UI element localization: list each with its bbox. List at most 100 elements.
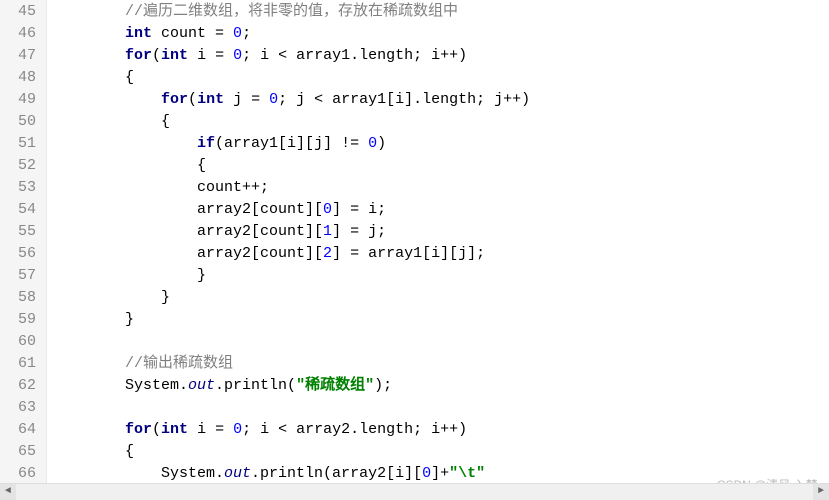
code-token: } bbox=[53, 267, 206, 284]
code-token: 0 bbox=[368, 135, 377, 152]
code-token: i = bbox=[188, 47, 233, 64]
line-number: 54 bbox=[6, 199, 36, 221]
code-token bbox=[53, 421, 125, 438]
code-line[interactable]: } bbox=[53, 265, 829, 287]
code-editor: 4546474849505152535455565758596061626364… bbox=[0, 0, 829, 500]
code-token bbox=[53, 3, 125, 20]
code-token: ( bbox=[152, 421, 161, 438]
line-number: 45 bbox=[6, 1, 36, 23]
code-token: int bbox=[125, 25, 152, 42]
code-token: array2[count][ bbox=[53, 223, 323, 240]
code-line[interactable]: } bbox=[53, 309, 829, 331]
line-number: 63 bbox=[6, 397, 36, 419]
code-token: count++; bbox=[53, 179, 269, 196]
line-number: 58 bbox=[6, 287, 36, 309]
code-token: ; j < array1[i]. bbox=[278, 91, 422, 108]
code-line[interactable]: for(int i = 0; i < array1.length; i++) bbox=[53, 45, 829, 67]
code-token: int bbox=[161, 421, 188, 438]
code-token bbox=[53, 355, 125, 372]
code-line[interactable] bbox=[53, 331, 829, 353]
code-line[interactable]: { bbox=[53, 155, 829, 177]
code-token: 0 bbox=[422, 465, 431, 482]
code-token: ; i < array1. bbox=[242, 47, 359, 64]
code-token bbox=[53, 25, 125, 42]
code-token: j = bbox=[224, 91, 269, 108]
code-token: out bbox=[188, 377, 215, 394]
code-line[interactable]: array2[count][1] = j; bbox=[53, 221, 829, 243]
line-number: 53 bbox=[6, 177, 36, 199]
code-line[interactable]: System.out.println("稀疏数组"); bbox=[53, 375, 829, 397]
code-token: //输出稀疏数组 bbox=[125, 355, 233, 372]
code-token: .println( bbox=[215, 377, 296, 394]
code-token: count = bbox=[152, 25, 233, 42]
code-token: { bbox=[53, 69, 134, 86]
code-line[interactable]: array2[count][0] = i; bbox=[53, 199, 829, 221]
code-line[interactable]: //输出稀疏数组 bbox=[53, 353, 829, 375]
code-token: ; bbox=[242, 25, 251, 42]
code-token: { bbox=[53, 157, 206, 174]
code-token: for bbox=[125, 421, 152, 438]
line-number: 50 bbox=[6, 111, 36, 133]
line-number: 65 bbox=[6, 441, 36, 463]
line-number: 59 bbox=[6, 309, 36, 331]
code-line[interactable]: if(array1[i][j] != 0) bbox=[53, 133, 829, 155]
code-line[interactable]: System.out.println(array2[i][0]+"\t" bbox=[53, 463, 829, 485]
code-line[interactable]: for(int i = 0; i < array2.length; i++) bbox=[53, 419, 829, 441]
code-token: for bbox=[161, 91, 188, 108]
code-token: ) bbox=[377, 135, 386, 152]
line-number: 62 bbox=[6, 375, 36, 397]
code-token: ] = i; bbox=[332, 201, 386, 218]
line-number: 51 bbox=[6, 133, 36, 155]
code-line[interactable] bbox=[53, 397, 829, 419]
code-token: out bbox=[224, 465, 251, 482]
code-line[interactable]: //遍历二维数组，将非零的值，存放在稀疏数组中 bbox=[53, 1, 829, 23]
code-line[interactable]: array2[count][2] = array1[i][j]; bbox=[53, 243, 829, 265]
code-line[interactable]: { bbox=[53, 111, 829, 133]
code-token: //遍历二维数组，将非零的值，存放在稀疏数组中 bbox=[125, 3, 458, 20]
code-line[interactable]: } bbox=[53, 287, 829, 309]
code-token: ); bbox=[374, 377, 392, 394]
code-token: array2[count][ bbox=[53, 245, 323, 262]
line-number: 48 bbox=[6, 67, 36, 89]
code-line[interactable]: { bbox=[53, 441, 829, 463]
code-token: ; i < array2. bbox=[242, 421, 359, 438]
code-line[interactable]: { bbox=[53, 67, 829, 89]
code-token: int bbox=[161, 47, 188, 64]
code-token: ; i++) bbox=[413, 421, 467, 438]
line-number: 60 bbox=[6, 331, 36, 353]
code-token: { bbox=[53, 113, 170, 130]
code-token: "稀疏数组" bbox=[296, 377, 374, 394]
code-token: 1 bbox=[323, 223, 332, 240]
code-token bbox=[53, 135, 197, 152]
line-number: 52 bbox=[6, 155, 36, 177]
scroll-right-arrow-icon[interactable]: ► bbox=[813, 484, 829, 500]
code-token: length bbox=[359, 47, 413, 64]
scroll-track[interactable] bbox=[16, 484, 813, 500]
code-token: 0 bbox=[233, 47, 242, 64]
code-token: length bbox=[359, 421, 413, 438]
code-token: "\t" bbox=[449, 465, 485, 482]
code-token: 0 bbox=[233, 25, 242, 42]
code-token: i = bbox=[188, 421, 233, 438]
code-token: ] = j; bbox=[332, 223, 386, 240]
code-token: length bbox=[422, 91, 476, 108]
code-token: array2[count][ bbox=[53, 201, 323, 218]
code-token: { bbox=[53, 443, 134, 460]
code-token: (array1[i][j] != bbox=[215, 135, 368, 152]
code-token: 0 bbox=[233, 421, 242, 438]
code-token: ] = array1[i][j]; bbox=[332, 245, 485, 262]
line-number-gutter: 4546474849505152535455565758596061626364… bbox=[0, 0, 47, 500]
code-token: .println(array2[i][ bbox=[251, 465, 422, 482]
code-token: } bbox=[53, 311, 134, 328]
scroll-left-arrow-icon[interactable]: ◄ bbox=[0, 484, 16, 500]
code-line[interactable]: for(int j = 0; j < array1[i].length; j++… bbox=[53, 89, 829, 111]
code-token bbox=[53, 91, 161, 108]
code-line[interactable]: int count = 0; bbox=[53, 23, 829, 45]
code-token bbox=[53, 47, 125, 64]
line-number: 61 bbox=[6, 353, 36, 375]
line-number: 64 bbox=[6, 419, 36, 441]
code-token: ( bbox=[152, 47, 161, 64]
code-line[interactable]: count++; bbox=[53, 177, 829, 199]
horizontal-scrollbar[interactable]: ◄ ► bbox=[0, 483, 829, 500]
code-area[interactable]: //遍历二维数组，将非零的值，存放在稀疏数组中 int count = 0; f… bbox=[47, 0, 829, 500]
